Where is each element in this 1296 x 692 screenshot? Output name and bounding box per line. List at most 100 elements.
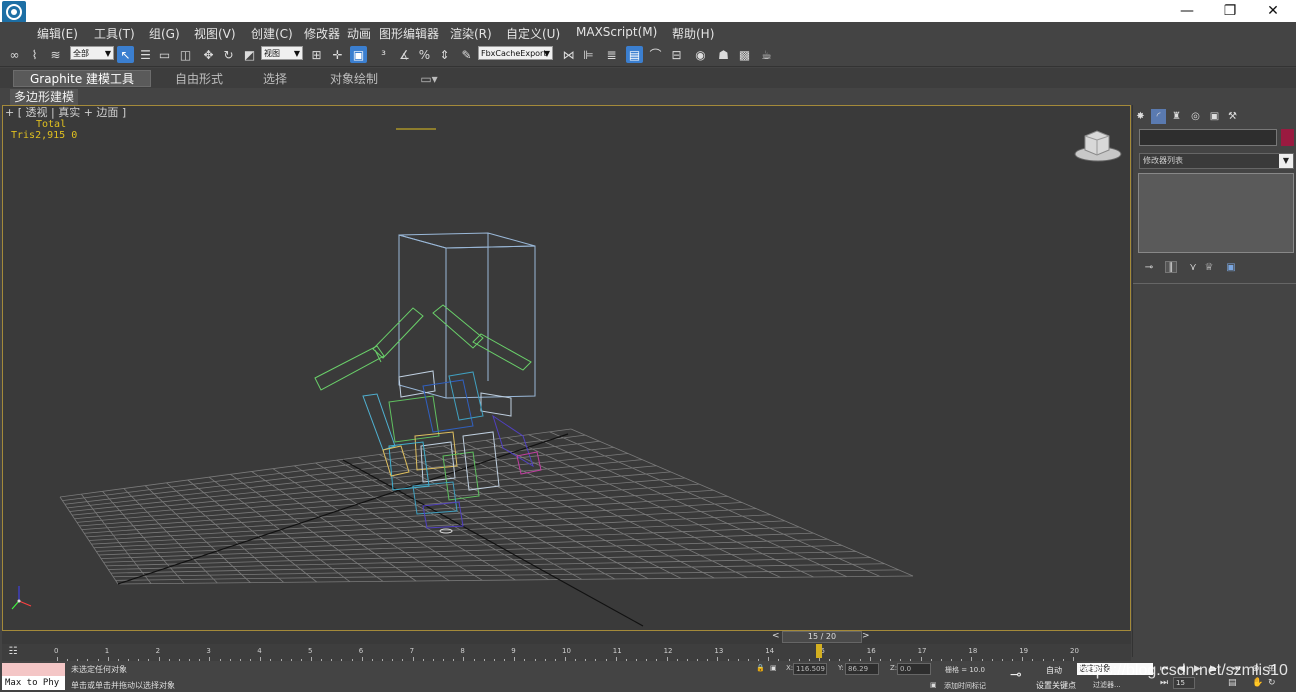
- display-tab-icon[interactable]: ▣: [1207, 109, 1222, 124]
- menu-help[interactable]: 帮助(H): [672, 25, 714, 42]
- close-button[interactable]: ✕: [1251, 0, 1295, 22]
- rotate-icon[interactable]: ↻: [220, 46, 237, 63]
- make-unique-icon[interactable]: ⋎: [1187, 261, 1199, 273]
- link-icon[interactable]: ∞: [6, 46, 23, 63]
- schematic-view-icon[interactable]: ⊟: [668, 46, 685, 63]
- snap-3d-icon[interactable]: ³: [375, 46, 392, 63]
- time-tag-icon[interactable]: ▣: [930, 681, 937, 689]
- angle-snap-icon[interactable]: ∡: [396, 46, 413, 63]
- select-object-icon[interactable]: ↖: [117, 46, 134, 63]
- keyboard-shortcut-icon[interactable]: ▣: [350, 46, 367, 63]
- menu-views[interactable]: 视图(V): [194, 25, 236, 42]
- set-key-icon[interactable]: ⊸: [1010, 667, 1022, 683]
- track-bar[interactable]: ☷ 01234567891011121314151617181920: [2, 644, 1131, 661]
- menu-maxscript[interactable]: MAXScript(M): [576, 25, 657, 39]
- title-bar: — ❐ ✕: [0, 0, 1296, 23]
- perspective-viewport[interactable]: + [ 透视 | 真实 + 边面 ] Total Tris2,915 0: [2, 105, 1131, 631]
- tab-graphite-modeling[interactable]: Graphite 建模工具: [13, 70, 151, 87]
- tab-object-paint[interactable]: 对象绘制: [318, 70, 390, 87]
- key-filters-button[interactable]: 过滤器...: [1093, 680, 1121, 690]
- minimize-button[interactable]: —: [1165, 0, 1209, 22]
- modifier-list-dropdown[interactable]: 修改器列表 ▼: [1139, 153, 1294, 169]
- rendered-frame-icon[interactable]: ▩: [736, 46, 753, 63]
- rect-selection-icon[interactable]: ▭: [156, 46, 173, 63]
- select-by-name-icon[interactable]: ☰: [137, 46, 154, 63]
- mini-curve-editor-icon[interactable]: ☷: [2, 646, 24, 660]
- menu-modifiers[interactable]: 修改器: [304, 25, 340, 42]
- selection-filter-value: 全部: [73, 49, 89, 58]
- select-manipulate-icon[interactable]: ✛: [329, 46, 346, 63]
- restore-button[interactable]: ❐: [1208, 0, 1252, 22]
- utilities-tab-icon[interactable]: ⚒: [1225, 109, 1240, 124]
- object-name-field[interactable]: [1139, 129, 1277, 146]
- window-crossing-icon[interactable]: ◫: [177, 46, 194, 63]
- bind-spacewarp-icon[interactable]: ≋: [47, 46, 64, 63]
- render-setup-icon[interactable]: ☗: [715, 46, 732, 63]
- x-coordinate-field[interactable]: 116.509: [793, 663, 827, 675]
- named-selection-icon[interactable]: ✎: [458, 46, 475, 63]
- create-tab-icon[interactable]: ✸: [1133, 109, 1148, 124]
- chevron-down-icon: ▼: [1279, 154, 1293, 168]
- pin-stack-icon[interactable]: ⊸: [1143, 261, 1155, 273]
- show-end-result-icon[interactable]: ∥: [1165, 261, 1177, 273]
- named-selection-dropdown[interactable]: FbxCacheExport ▼: [478, 46, 553, 60]
- layer-manager-icon[interactable]: ≣: [603, 46, 620, 63]
- menu-tools[interactable]: 工具(T): [94, 25, 135, 42]
- add-time-tag[interactable]: 添加时间标记: [944, 681, 986, 691]
- app-logo-icon[interactable]: [2, 1, 26, 23]
- y-coordinate-field[interactable]: 86.29: [845, 663, 879, 675]
- time-slider-frame[interactable]: 15 / 20: [782, 631, 862, 643]
- modify-tab-icon[interactable]: ◜: [1151, 109, 1166, 124]
- set-key-button[interactable]: 设置关键点: [1036, 680, 1076, 691]
- next-frame-button[interactable]: >: [862, 631, 870, 641]
- absolute-mode-icon[interactable]: ▣: [770, 664, 777, 672]
- lock-selection-icon[interactable]: 🔒: [756, 664, 765, 672]
- menu-edit[interactable]: 编辑(E): [37, 25, 78, 42]
- graphite-toggle-icon[interactable]: ▤: [626, 46, 643, 63]
- auto-key-button[interactable]: 自动: [1046, 665, 1062, 676]
- menu-graph-editors[interactable]: 图形编辑器: [379, 25, 439, 42]
- time-slider[interactable]: < 15 / 20 >: [2, 631, 1131, 644]
- left-arm: [314, 307, 424, 391]
- z-coordinate-field[interactable]: 0.0: [897, 663, 931, 675]
- trackbar-tick-label: 9: [511, 647, 516, 655]
- prev-frame-button[interactable]: <: [772, 631, 780, 641]
- curve-editor-icon[interactable]: ⌒: [647, 46, 664, 63]
- tab-selection[interactable]: 选择: [245, 70, 305, 87]
- reference-coord-dropdown[interactable]: 视图 ▼: [261, 46, 303, 60]
- object-color-swatch[interactable]: [1281, 129, 1294, 146]
- menu-rendering[interactable]: 渲染(R): [450, 25, 492, 42]
- modifier-stack[interactable]: [1138, 173, 1294, 253]
- hierarchy-tab-icon[interactable]: ♜: [1169, 109, 1184, 124]
- render-production-icon[interactable]: ☕: [758, 46, 775, 63]
- configure-sets-icon[interactable]: ▣: [1225, 261, 1237, 273]
- viewport-label[interactable]: + [ 透视 | 真实 + 边面 ]: [5, 106, 126, 120]
- trackbar-tick-label: 7: [409, 647, 415, 655]
- menu-customize[interactable]: 自定义(U): [506, 25, 560, 42]
- mirror-icon[interactable]: ⋈: [560, 46, 577, 63]
- tab-freeform[interactable]: 自由形式: [160, 70, 238, 87]
- move-icon[interactable]: ✥: [200, 46, 217, 63]
- menu-group[interactable]: 组(G): [149, 25, 180, 42]
- maxscript-mini-listener-top[interactable]: [2, 663, 65, 676]
- material-editor-icon[interactable]: ◉: [692, 46, 709, 63]
- maxscript-mini-listener[interactable]: Max to Phy: [2, 676, 65, 690]
- menu-create[interactable]: 创建(C): [251, 25, 293, 42]
- spinner-snap-icon[interactable]: ⇕: [436, 46, 453, 63]
- unlink-icon[interactable]: ⌇: [26, 46, 43, 63]
- percent-snap-icon[interactable]: %: [416, 46, 433, 63]
- menu-animation[interactable]: 动画: [347, 25, 371, 42]
- ribbon-options-icon[interactable]: ▭▾: [415, 70, 443, 87]
- scale-icon[interactable]: ◩: [241, 46, 258, 63]
- scene-stats: Total Tris2,915 0: [11, 119, 77, 141]
- current-frame-marker[interactable]: [816, 644, 822, 658]
- trackbar-tick-label: 10: [562, 647, 571, 655]
- align-icon[interactable]: ⊫: [580, 46, 597, 63]
- polygon-modeling-panel[interactable]: 多边形建模: [10, 89, 79, 105]
- remove-modifier-icon[interactable]: ♕: [1203, 261, 1215, 273]
- viewport-scene: [11, 128, 1122, 627]
- pivot-center-icon[interactable]: ⊞: [308, 46, 325, 63]
- selection-filter-dropdown[interactable]: 全部 ▼: [70, 46, 114, 60]
- trackbar-tick-label: 20: [1070, 647, 1079, 655]
- motion-tab-icon[interactable]: ◎: [1188, 109, 1203, 124]
